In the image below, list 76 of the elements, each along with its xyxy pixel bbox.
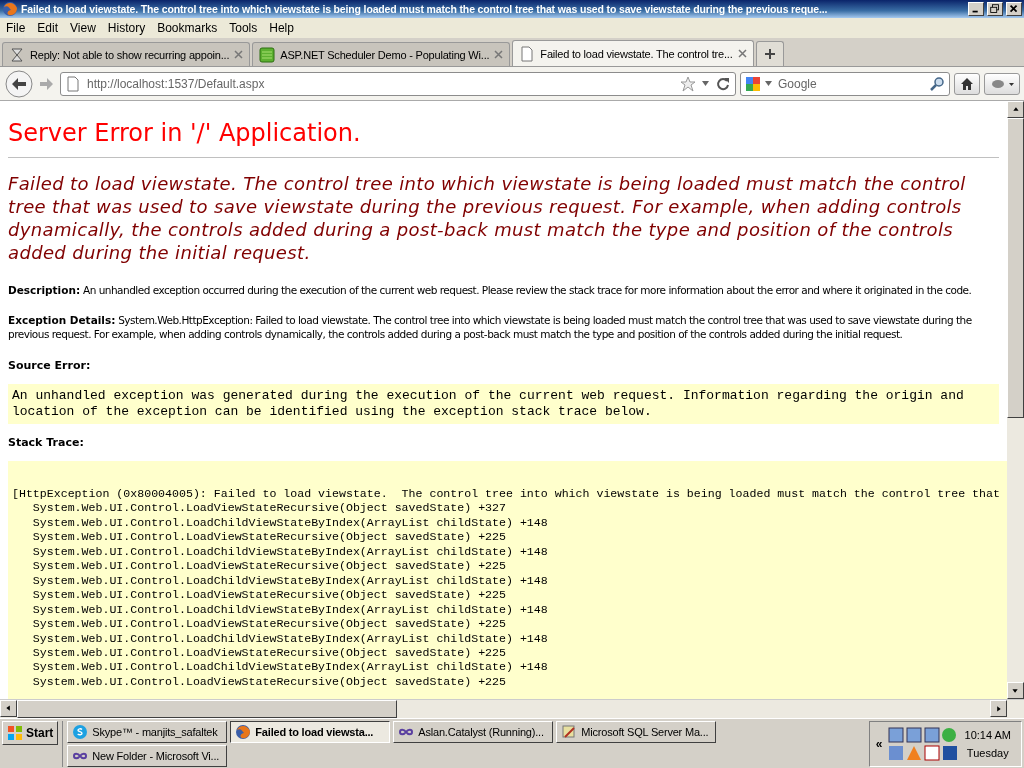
window-title: Failed to load viewstate. The control tree into which viewstate is being loaded must match the control tree that was used to save viewstate during the previous reque...: [21, 3, 829, 15]
stack-icon: [259, 46, 276, 63]
exception-details-text: Exception Details: System.Web.HttpException: Failed to load viewstate. The control tree into which viewstate is being loaded must match the control tree that was used to save viewstate during the previous request. For example, when adding controls dynamically, the controls added during a post-back must match the type and position of the controls added during the initial request.: [8, 313, 973, 341]
browser-tab[interactable]: Reply: Not able to show recurring appoin...: [2, 42, 251, 66]
menu-item[interactable]: History: [101, 21, 152, 35]
vertical-scrollbar[interactable]: [1007, 101, 1024, 699]
taskbar-button[interactable]: New Folder - Microsoft Vi...: [67, 745, 228, 767]
error-heading: Server Error in '/' Application.: [8, 118, 362, 148]
page-icon: [65, 75, 81, 92]
browser-tab[interactable]: ASP.NET Scheduler Demo - Populating Wi...: [252, 42, 511, 66]
code-line: System.Web.UI.Control.LoadChildViewStateByIndex(ArrayList childState) +148: [31, 544, 548, 560]
globe-icon: [2, 1, 18, 17]
code-line: [HttpException (0x80004005): Failed to load viewstate. The control tree into which viewstate is being loaded must match the control tree that: [12, 487, 1000, 502]
code-line: System.Web.UI.Control.LoadChildViewStateByIndex(ArrayList childState) +148: [31, 515, 548, 531]
code-line: System.Web.UI.Control.LoadChildViewStateByIndex(ArrayList childState) +148: [31, 573, 548, 589]
skype-icon: [72, 724, 89, 740]
code-line: System.Web.UI.Control.LoadViewStateRecursive(Object savedState) +225: [31, 617, 506, 632]
start-button[interactable]: Start: [2, 721, 59, 745]
menu-item[interactable]: File: [0, 21, 32, 35]
windows-logo-icon: [7, 725, 23, 741]
source-error-label: Source Error:: [8, 359, 92, 372]
tray-toggle[interactable]: «: [875, 737, 883, 751]
menu-item[interactable]: Tools: [223, 21, 264, 35]
scroll-right-icon[interactable]: [990, 700, 1007, 717]
scroll-thumb[interactable]: [1007, 118, 1024, 418]
scroll-up-icon[interactable]: [1007, 101, 1024, 118]
home-button[interactable]: [954, 72, 980, 95]
menu-item[interactable]: View: [64, 21, 102, 35]
plus-icon: [763, 48, 776, 60]
code-line: An unhandled exception was generated during the execution of the current web request. Information regarding the origin and: [12, 388, 965, 404]
stack-trace-label: Stack Trace:: [8, 436, 85, 449]
tools-icon: [561, 724, 578, 740]
taskbar-button[interactable]: Aslan.Catalyst (Running)...: [393, 721, 554, 743]
browser-tab[interactable]: Failed to load viewstate. The control tre...: [512, 40, 754, 66]
error-message: Failed to load viewstate. The control tree into which viewstate is being loaded must match the control tree that was used to save viewstate during the previous request. For example, when adding controls dynamically, the controls added during a post-back must match the type and position of the controls added during the initial request.: [8, 172, 967, 264]
code-line: System.Web.UI.Control.LoadViewStateRecursive(Object savedState) +225: [31, 530, 506, 545]
description-text: Description: An unhandled exception occurred during the execution of the current web request. Please review the stack trace for more information about the error and where it originated in the code.: [8, 283, 973, 297]
horizontal-scrollbar[interactable]: [0, 699, 1024, 718]
code-line: System.Web.UI.Control.LoadChildViewStateByIndex(ArrayList childState) +148: [31, 660, 548, 675]
code-line: System.Web.UI.Control.LoadViewStateRecursive(Object savedState) +225: [31, 646, 506, 661]
new-tab-button[interactable]: [755, 41, 784, 66]
code-line: System.Web.UI.Control.LoadViewStateRecursive(Object savedState) +225: [31, 588, 506, 603]
code-line: location of the exception can be identified using the exception stack trace below.: [12, 404, 653, 420]
google-icon: [745, 75, 761, 92]
star-icon[interactable]: [680, 75, 696, 92]
menu-item[interactable]: Help: [263, 21, 300, 35]
search-icon[interactable]: [929, 75, 945, 92]
code-line: System.Web.UI.Control.LoadChildViewStateByIndex(ArrayList childState) +148: [31, 602, 548, 618]
code-line: System.Web.UI.Control.LoadChildViewStateByIndex(ArrayList childState) +148: [31, 631, 548, 646]
minimize-icon[interactable]: [968, 2, 984, 16]
hourglass-icon: [9, 46, 25, 63]
back-icon[interactable]: [4, 69, 34, 98]
home-icon: [960, 76, 974, 91]
page-icon: [519, 45, 536, 62]
code-line: System.Web.UI.Control.LoadViewStateRecursive(Object savedState) +327: [31, 501, 506, 516]
dropdown-icon[interactable]: [702, 81, 709, 86]
reload-icon[interactable]: [715, 75, 731, 92]
globe-icon: [235, 724, 252, 740]
taskbar-button[interactable]: Failed to load viewsta...: [230, 721, 391, 743]
search-bar[interactable]: Google: [740, 71, 950, 96]
search-field[interactable]: Google: [776, 75, 925, 92]
tray-icons-drawing: [886, 726, 957, 762]
dropdown-icon[interactable]: [765, 81, 772, 86]
scroll-left-icon[interactable]: [0, 700, 17, 717]
menu-item[interactable]: Edit: [31, 21, 65, 35]
taskbar-button[interactable]: Skype™ - manjits_safaltek: [67, 721, 228, 743]
scroll-down-icon[interactable]: [1007, 682, 1024, 699]
taskbar-button[interactable]: Microsoft SQL Server Ma...: [556, 721, 717, 743]
restore-icon[interactable]: [987, 2, 1003, 16]
address-field[interactable]: http://localhost:1537/Default.aspx: [60, 71, 736, 96]
scroll-thumb[interactable]: [17, 700, 397, 718]
clock-day: Tuesday: [966, 747, 1009, 759]
code-line: System.Web.UI.Control.LoadViewStateRecursive(Object savedState) +225: [31, 674, 506, 690]
code-line: System.Web.UI.Control.LoadViewStateRecursive(Object savedState) +225: [31, 559, 506, 574]
clock-time: 10:14 AM: [964, 729, 1011, 741]
menu-item[interactable]: Bookmarks: [151, 21, 224, 35]
